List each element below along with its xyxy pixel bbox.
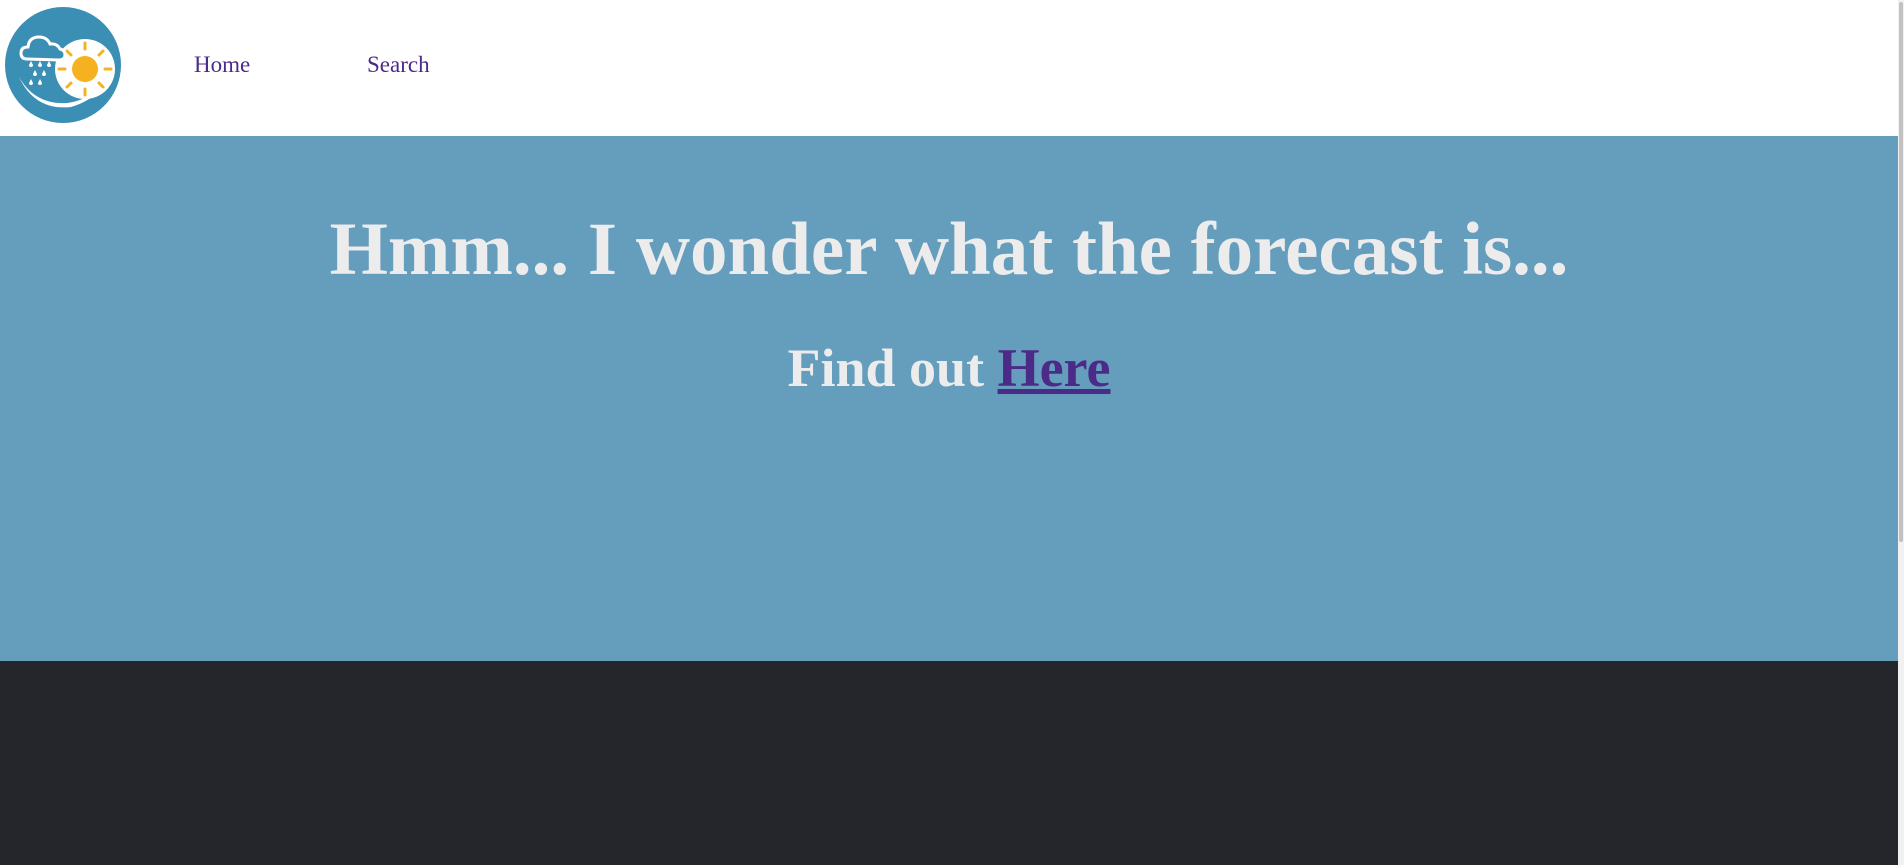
site-footer [0,661,1898,865]
nav-link-search[interactable]: Search [367,50,430,80]
hero-subtitle: Find out Here [0,333,1898,403]
hero-section: Hmm... I wonder what the forecast is... … [0,136,1898,661]
hero-subtitle-prefix: Find out [787,338,998,398]
site-header: Home Search [0,0,1898,136]
page: Home Search Hmm... I wonder what the for… [0,0,1904,865]
hero-title: Hmm... I wonder what the forecast is... [329,208,1569,291]
forecast-here-link[interactable]: Here [998,338,1111,398]
scrollbar-thumb[interactable] [1899,2,1903,542]
weather-logo-icon[interactable] [5,7,121,123]
nav-link-home[interactable]: Home [194,50,250,80]
